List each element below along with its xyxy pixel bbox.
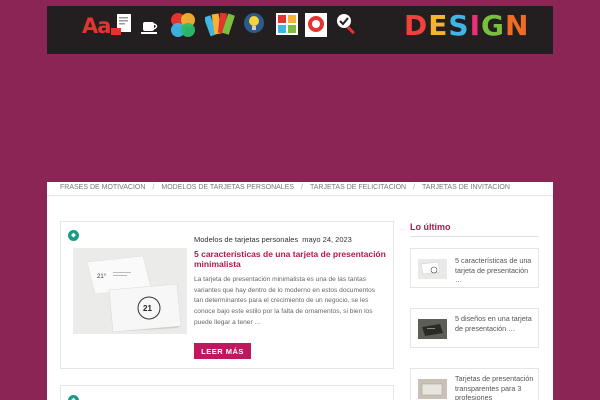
sidebar-item[interactable]: 5 diseños en una tarjeta de presentación… bbox=[410, 308, 539, 348]
read-more-button[interactable]: LEER MÁS bbox=[194, 343, 251, 359]
nav-separator: / bbox=[413, 184, 416, 191]
pin-icon: ⬥ bbox=[68, 395, 79, 400]
design-letter: N bbox=[504, 9, 530, 42]
sidebar-item-title[interactable]: 5 características de una tarjeta de pres… bbox=[455, 256, 537, 285]
nav-separator: / bbox=[301, 184, 303, 191]
post-thumbnail[interactable]: 21° 21 bbox=[73, 248, 187, 334]
sidebar-item[interactable]: Tarjetas de presentación transparentes p… bbox=[410, 368, 539, 400]
nav-item-invitacion[interactable]: TARJETAS DE INVITACION bbox=[422, 184, 510, 191]
main-content: ⬥ 21° 21 Modelos de tarjetas personales m… bbox=[47, 196, 553, 400]
document-icon bbox=[111, 14, 131, 35]
sidebar-thumbnail bbox=[418, 259, 447, 279]
design-letter: D bbox=[404, 9, 429, 42]
nav-item-modelos[interactable]: MODELOS DE TARJETAS PERSONALES bbox=[161, 184, 294, 191]
header-banner[interactable]: Aa DESIGN bbox=[47, 6, 553, 54]
font-aa-icon: Aa bbox=[82, 14, 111, 38]
category-nav: FRASES DE MOTIVACION / MODELOS DE TARJETAS… bbox=[47, 182, 553, 196]
design-letter: S bbox=[448, 9, 470, 42]
idea-head-icon bbox=[244, 13, 264, 33]
thumb-number: 21 bbox=[143, 304, 152, 313]
pin-icon: ⬥ bbox=[68, 230, 79, 241]
post-meta: Modelos de tarjetas personales mayo 24, 2… bbox=[194, 235, 352, 244]
business-card-image: 21° 21 bbox=[73, 248, 187, 334]
sidebar-thumbnail bbox=[418, 379, 447, 399]
sidebar-item[interactable]: 5 características de una tarjeta de pres… bbox=[410, 248, 539, 288]
layout-grid-icon bbox=[276, 13, 298, 35]
post-date: mayo 24, 2023 bbox=[302, 235, 352, 244]
sidebar-item-title[interactable]: Tarjetas de presentación transparentes p… bbox=[455, 374, 537, 400]
svg-text:21°: 21° bbox=[97, 274, 107, 280]
sidebar-item-title[interactable]: 5 diseños en una tarjeta de presentación… bbox=[455, 314, 537, 333]
design-logo: DESIGN bbox=[404, 9, 529, 42]
design-letter: E bbox=[428, 9, 449, 42]
stamp-badge-icon bbox=[305, 13, 327, 37]
post-card: ⬥ 21° 21 Modelos de tarjetas personales m… bbox=[60, 221, 394, 369]
sidebar-title: Lo último bbox=[410, 222, 451, 232]
nav-item-felicitacion[interactable]: TARJETAS DE FELICITACION bbox=[310, 184, 406, 191]
post-card: ⬥ bbox=[60, 385, 394, 400]
design-letter: G bbox=[480, 9, 505, 42]
nav-separator: / bbox=[152, 184, 155, 191]
magnifier-check-icon bbox=[337, 14, 355, 35]
nav-item-frases[interactable]: FRASES DE MOTIVACION bbox=[60, 184, 145, 191]
post-category[interactable]: Modelos de tarjetas personales bbox=[194, 235, 298, 244]
coffee-cup-icon bbox=[141, 22, 158, 34]
sidebar-divider bbox=[410, 236, 539, 237]
color-circles-icon bbox=[171, 13, 195, 37]
sidebar-thumbnail bbox=[418, 319, 447, 339]
color-swatches-icon bbox=[205, 12, 235, 37]
post-title[interactable]: 5 características de una tarjeta de pres… bbox=[194, 249, 389, 269]
post-excerpt: La tarjeta de presentación minimalista e… bbox=[194, 276, 376, 326]
design-letter: I bbox=[469, 9, 481, 42]
